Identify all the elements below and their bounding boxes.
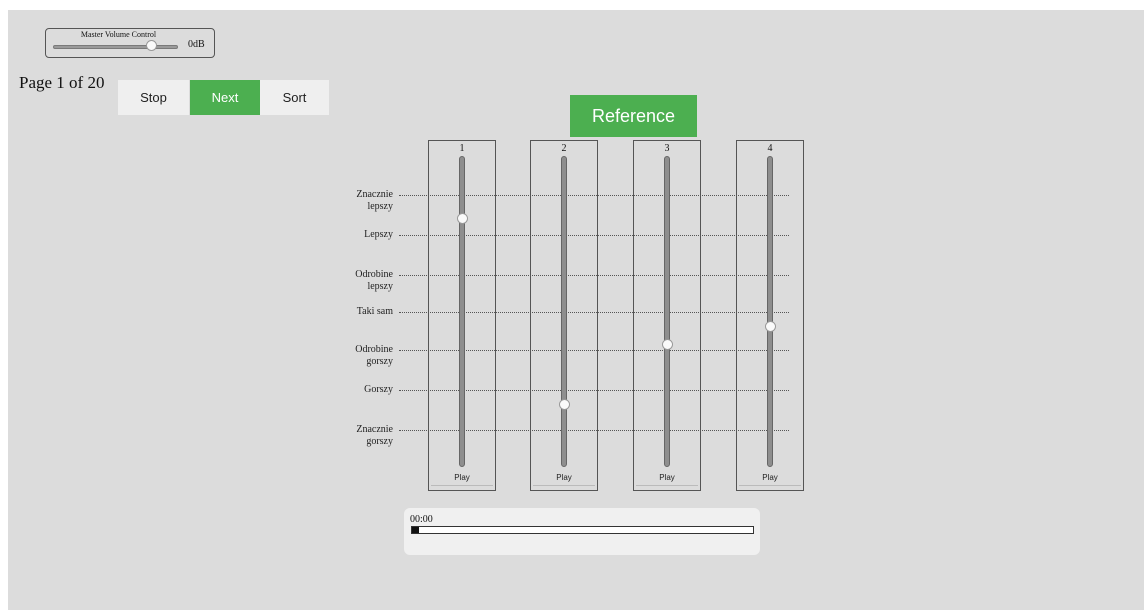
scale-label: Znacznie lepszy [333, 189, 393, 213]
stop-button[interactable]: Stop [118, 80, 189, 115]
master-volume-slider-track[interactable] [53, 45, 178, 49]
slider-thumb[interactable] [765, 321, 776, 332]
page-indicator: Page 1 of 20 [19, 73, 105, 92]
slider-number: 4 [767, 143, 773, 154]
slider-box-3: 3 Play [633, 140, 701, 491]
slider-track[interactable] [561, 156, 567, 467]
scale-label: Gorszy [333, 384, 393, 396]
slider-track[interactable] [767, 156, 773, 467]
sort-button[interactable]: Sort [260, 80, 329, 115]
scale-label: Taki sam [333, 306, 393, 318]
slider-track[interactable] [459, 156, 465, 467]
slider-box-2: 2 Play [530, 140, 598, 491]
master-volume-slider-thumb[interactable] [145, 40, 157, 51]
reference-button[interactable]: Reference [570, 95, 697, 137]
master-volume-value: 0dB [188, 39, 205, 50]
master-volume-control: Master Volume Control 0dB [45, 28, 215, 58]
play-button[interactable]: Play [739, 472, 801, 486]
play-button[interactable]: Play [533, 472, 595, 486]
app-canvas: Master Volume Control 0dB Page 1 of 20 S… [8, 10, 1144, 610]
slider-thumb[interactable] [559, 399, 570, 410]
slider-box-1: 1 Play [428, 140, 496, 491]
scale-label: Znacznie gorszy [333, 424, 393, 448]
slider-number: 2 [561, 143, 567, 154]
slider-box-4: 4 Play [736, 140, 804, 491]
master-volume-title: Master Volume Control [80, 30, 157, 39]
playback-progress-fill [412, 527, 419, 533]
playback-time: 00:00 [410, 514, 433, 525]
slider-number: 3 [664, 143, 670, 154]
scale-label: Odrobine gorszy [333, 344, 393, 368]
play-button[interactable]: Play [636, 472, 698, 486]
slider-number: 1 [459, 143, 465, 154]
play-button[interactable]: Play [431, 472, 493, 486]
playback-progress-bar[interactable] [411, 526, 754, 534]
playback-panel: 00:00 [404, 508, 760, 555]
slider-thumb[interactable] [457, 213, 468, 224]
next-button[interactable]: Next [190, 80, 260, 115]
scale-label: Odrobine lepszy [333, 269, 393, 293]
slider-track[interactable] [664, 156, 670, 467]
slider-thumb[interactable] [662, 339, 673, 350]
scale-label: Lepszy [333, 229, 393, 241]
